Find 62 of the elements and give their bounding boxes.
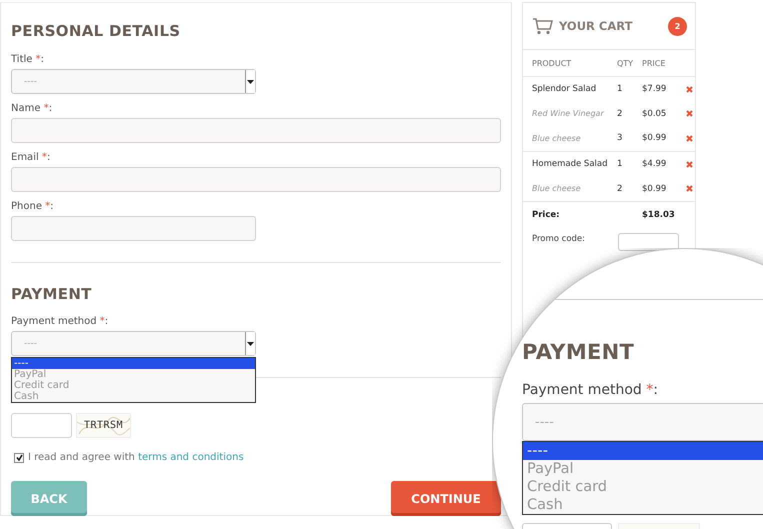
agreement-text: I read and agree with terms and conditions [28,452,244,463]
agree-checkbox[interactable] [14,452,24,462]
back-button[interactable]: BACK [11,481,87,516]
section-heading: PERSONAL DETAILS [11,22,182,40]
field-label: Title *: [11,54,45,65]
captcha-image: TRTRSM [76,413,131,438]
product-name: Homemade Salad [532,159,608,170]
remove-icon[interactable] [686,86,693,93]
payment-method-select[interactable]: ---- [522,403,763,441]
section-heading: PAYMENT [522,340,636,364]
dropdown-option[interactable]: Credit card [12,380,255,391]
email-input[interactable] [11,167,501,192]
dropdown-arrow-icon [247,342,254,346]
captcha-input[interactable] [11,413,72,438]
quantity: 3 [617,133,624,144]
promo-code-input[interactable] [618,232,679,251]
product-name: Red Wine Vinegar [532,109,606,118]
dropdown-option[interactable]: PayPal [523,460,763,478]
price: $7.99 [642,84,668,94]
dropdown-option[interactable]: Cash [523,496,763,514]
remove-icon[interactable] [686,134,693,142]
cart-icon [533,17,553,35]
quantity: 2 [617,184,624,194]
column-header: PRODUCT [532,58,572,68]
price: $0.05 [642,108,668,119]
phone-input[interactable] [11,216,256,241]
product-name: Blue cheese [532,134,582,143]
field-label: Phone *: [11,201,55,212]
dropdown-arrow-icon [247,80,254,84]
price: $0.99 [642,184,668,194]
column-header: QTY [617,58,634,68]
cart-count-badge: 2 [668,16,687,36]
text-input[interactable] [11,118,501,143]
remove-icon[interactable] [686,110,693,118]
terms-link[interactable]: terms and conditions [138,452,244,463]
field-label: Payment method *: [11,316,110,327]
cart-title: YOUR CART [559,19,634,33]
section-heading: PAYMENT [11,285,93,303]
payment-method-select[interactable]: ---- [11,331,256,356]
promo-label: Promo code: [532,232,586,244]
dropdown-option[interactable]: Credit card [523,478,763,496]
quantity: 2 [617,108,624,119]
price: $4.99 [642,159,668,170]
total-price: $18.03 [642,210,675,220]
dropdown-option[interactable]: ---- [523,442,763,460]
dropdown-option[interactable]: Cash [12,391,255,402]
title-select[interactable]: ---- [11,69,256,94]
remove-icon[interactable] [686,160,693,168]
product-name: Splendor Salad [532,84,598,94]
price: $0.99 [642,133,668,144]
field-label: Payment method *: [522,382,659,398]
total-label: Price: [532,210,561,220]
dropdown-option[interactable]: PayPal [12,369,255,380]
continue-button[interactable]: CONTINUE [391,481,501,516]
field-label: Email *: [11,152,52,163]
product-name: Blue cheese [532,184,582,194]
quantity: 1 [617,159,624,170]
column-header: PRICE [642,58,666,68]
remove-icon[interactable] [686,185,693,192]
field-label: Name *: [11,103,54,114]
dropdown-option[interactable]: ---- [12,358,255,369]
quantity: 1 [617,84,624,94]
